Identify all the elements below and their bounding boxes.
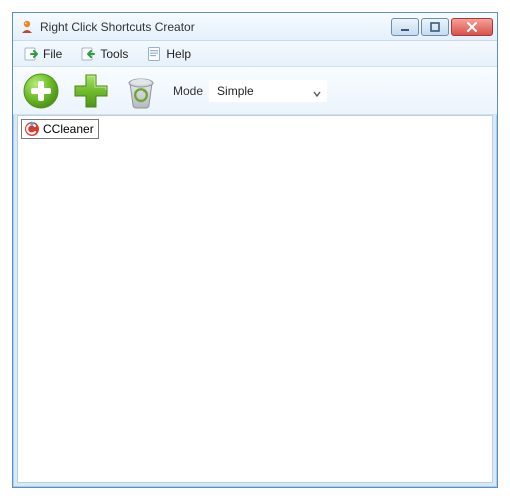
titlebar: Right Click Shortcuts Creator xyxy=(13,13,497,41)
content-area[interactable]: CCleaner xyxy=(17,115,493,483)
trash-recycle-icon xyxy=(121,71,161,111)
mode-select[interactable]: Simple xyxy=(209,80,327,102)
tools-arrow-icon xyxy=(80,46,96,62)
menubar: File Tools Help xyxy=(13,41,497,67)
file-export-icon xyxy=(23,46,39,62)
menu-help-label: Help xyxy=(166,47,191,61)
window-title: Right Click Shortcuts Creator xyxy=(40,20,195,34)
minimize-button[interactable] xyxy=(391,18,419,36)
mode-label: Mode xyxy=(173,84,203,98)
menu-tools[interactable]: Tools xyxy=(76,44,132,64)
mode-group: Mode Simple xyxy=(173,80,327,102)
add-round-button[interactable] xyxy=(19,69,63,113)
maximize-button[interactable] xyxy=(421,18,449,36)
list-item[interactable]: CCleaner xyxy=(21,119,99,139)
menu-help[interactable]: Help xyxy=(142,44,195,64)
list-item-label: CCleaner xyxy=(43,122,96,136)
delete-trash-button[interactable] xyxy=(119,69,163,113)
menu-file-label: File xyxy=(43,47,62,61)
toolbar: Mode Simple xyxy=(13,67,497,115)
add-plus-button[interactable] xyxy=(69,69,113,113)
close-button[interactable] xyxy=(451,18,493,36)
help-doc-icon xyxy=(146,46,162,62)
plus-icon xyxy=(71,71,111,111)
menu-file[interactable]: File xyxy=(19,44,66,64)
plus-circle-icon xyxy=(21,71,61,111)
app-icon xyxy=(19,19,35,35)
app-window: Right Click Shortcuts Creator File xyxy=(12,12,498,488)
mode-select-value: Simple xyxy=(217,84,254,98)
menu-tools-label: Tools xyxy=(100,47,128,61)
chevron-down-icon xyxy=(313,87,321,95)
ccleaner-icon xyxy=(24,121,40,137)
